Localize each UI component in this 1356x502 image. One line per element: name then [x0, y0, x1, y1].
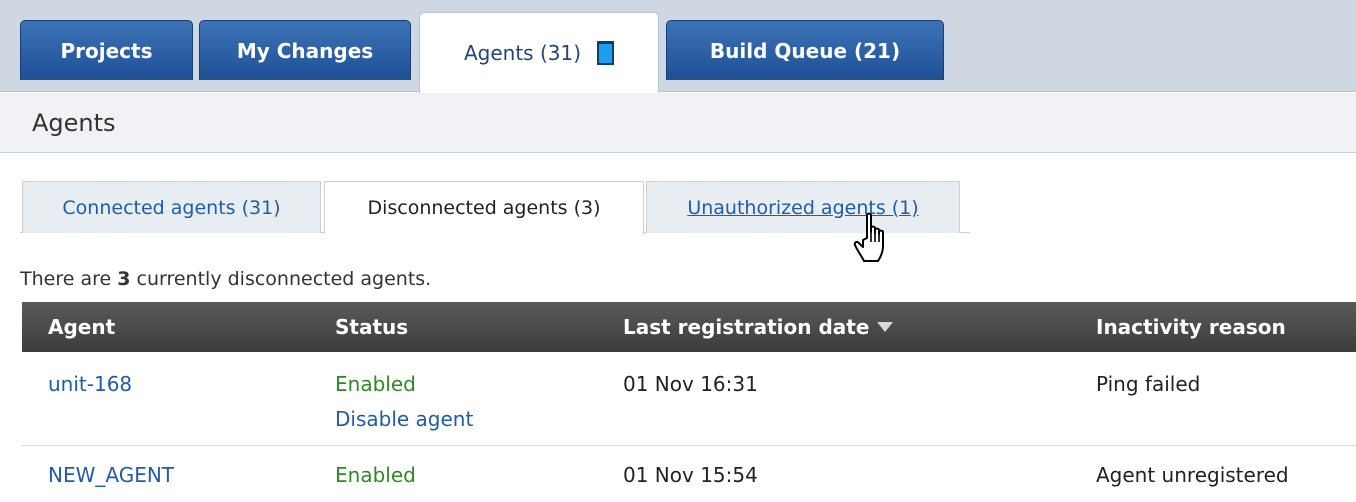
tab-my-changes[interactable]: My Changes	[199, 20, 411, 80]
inactivity-reason: Ping failed	[1096, 372, 1201, 396]
page-title-text: Agents	[32, 108, 116, 137]
last-registration-date: 01 Nov 15:54	[623, 463, 758, 487]
subtab-connected-agents[interactable]: Connected agents (31)	[22, 181, 321, 233]
table-row: NEW_AGENT Enabled 01 Nov 15:54 Agent unr…	[22, 447, 1356, 502]
tab-my-changes-label: My Changes	[236, 38, 374, 63]
tab-build-queue-label: Build Queue (21)	[709, 38, 901, 63]
subtab-connected-label: Connected agents (31)	[62, 196, 281, 219]
agent-name-link[interactable]: NEW_AGENT	[48, 463, 174, 487]
table-row: unit-168 Enabled Disable agent 01 Nov 16…	[22, 352, 1356, 446]
inactivity-reason: Agent unregistered	[1096, 463, 1289, 487]
agents-status-icon	[597, 41, 615, 65]
hand-pointer-icon	[853, 212, 884, 262]
column-header-agent-label: Agent	[48, 315, 116, 339]
info-prefix: There are	[20, 268, 118, 290]
column-header-status-label: Status	[335, 315, 409, 339]
column-header-status[interactable]: Status	[335, 302, 408, 352]
column-header-last-registration-label: Last registration date	[623, 315, 870, 339]
tab-projects-label: Projects	[60, 38, 153, 63]
disable-agent-link[interactable]: Disable agent	[335, 407, 473, 431]
agent-name-link[interactable]: unit-168	[48, 372, 132, 396]
agent-status: Enabled	[335, 463, 416, 487]
last-registration-date: 01 Nov 16:31	[623, 372, 758, 396]
agents-table-header: Agent Status Last registration date Inac…	[22, 302, 1356, 352]
subtab-unauthorized-agents[interactable]: Unauthorized agents (1)	[646, 181, 960, 233]
disconnected-count: 3	[117, 268, 131, 290]
sort-descending-icon	[877, 322, 894, 332]
tab-build-queue[interactable]: Build Queue (21)	[666, 20, 944, 80]
agent-status: Enabled	[335, 372, 416, 396]
tab-agents[interactable]: Agents (31)	[419, 12, 659, 93]
column-header-inactivity-reason[interactable]: Inactivity reason	[1096, 302, 1286, 352]
column-header-last-registration[interactable]: Last registration date	[623, 302, 894, 352]
disconnected-count-text: There are 3 currently disconnected agent…	[20, 268, 431, 290]
info-suffix: currently disconnected agents.	[130, 268, 432, 290]
tab-projects[interactable]: Projects	[20, 20, 193, 80]
column-header-inactivity-label: Inactivity reason	[1096, 315, 1286, 339]
subtab-disconnected-agents[interactable]: Disconnected agents (3)	[324, 181, 644, 234]
column-header-agent[interactable]: Agent	[48, 302, 115, 352]
tab-agents-label: Agents (31)	[463, 41, 582, 65]
subtab-disconnected-label: Disconnected agents (3)	[367, 197, 601, 219]
main-nav-bar: Projects My Changes Agents (31) Build Qu…	[0, 0, 1356, 93]
page-title: Agents	[0, 93, 1356, 153]
